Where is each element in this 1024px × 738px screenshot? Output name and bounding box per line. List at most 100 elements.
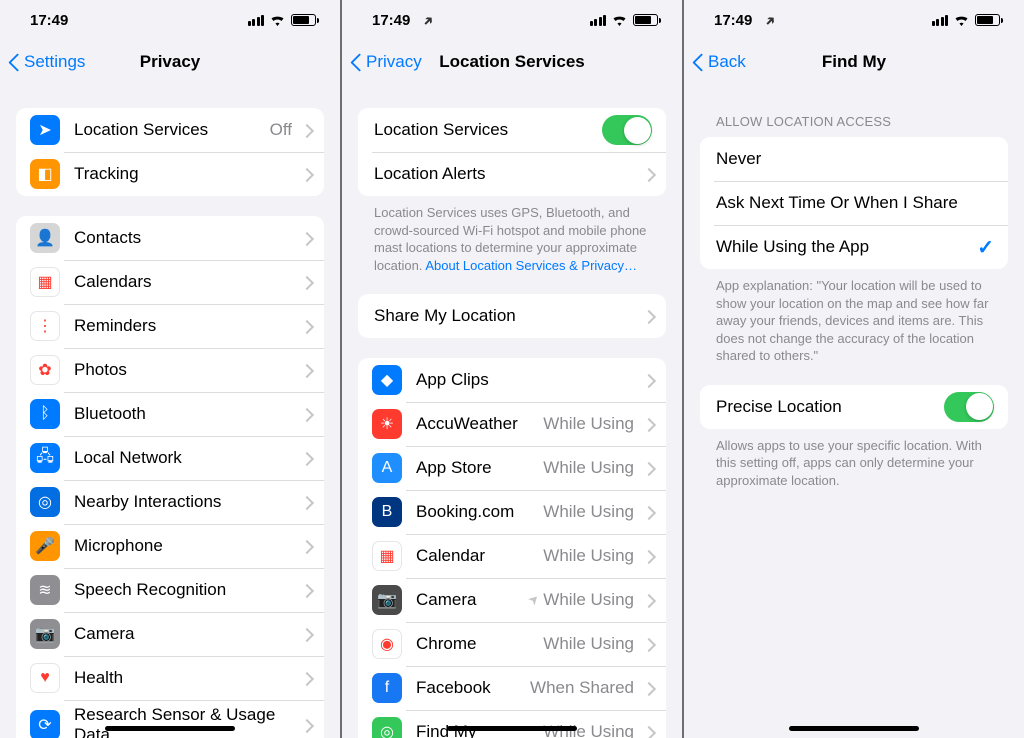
row-never[interactable]: Never (700, 137, 1008, 181)
row-tracking[interactable]: ◧Tracking (16, 152, 324, 196)
row-app-clips[interactable]: ◆App Clips (358, 358, 666, 402)
row-label: Tracking (74, 164, 296, 184)
row-precise-location[interactable]: Precise Location (700, 385, 1008, 429)
row-chrome[interactable]: ◉ChromeWhile Using (358, 622, 666, 666)
cellular-icon (590, 15, 607, 26)
row-microphone[interactable]: 🎤Microphone (16, 524, 324, 568)
navigation-arrow-icon (528, 591, 540, 608)
back-button[interactable]: Back (692, 52, 746, 72)
chevron-right-icon (302, 232, 310, 245)
screen-location-services: 17:49 Privacy Location Services Location… (342, 0, 682, 738)
row-label: Calendar (416, 546, 543, 566)
row-research-sensor-usage-data[interactable]: ⟳ Research Sensor & Usage Data (16, 700, 324, 738)
row-share-my-location[interactable]: Share My Location (358, 294, 666, 338)
row-label: AccuWeather (416, 414, 543, 434)
row-label: Ask Next Time Or When I Share (716, 193, 994, 213)
chevron-right-icon (644, 168, 652, 181)
row-bluetooth[interactable]: ᛒBluetooth (16, 392, 324, 436)
row-label: Never (716, 149, 994, 169)
row-detail: While Using (543, 634, 634, 654)
back-button[interactable]: Settings (8, 52, 85, 72)
chevron-left-icon (692, 52, 704, 72)
row-label: Calendars (74, 272, 296, 292)
content[interactable]: ➤Location ServicesOff◧Tracking 👤Contacts… (0, 84, 340, 738)
row-detail: Off (270, 120, 292, 140)
reminders-icon: ⋮ (30, 311, 60, 341)
row-booking-com[interactable]: BBooking.comWhile Using (358, 490, 666, 534)
row-label: Nearby Interactions (74, 492, 296, 512)
row-location-services[interactable]: ➤Location ServicesOff (16, 108, 324, 152)
row-contacts[interactable]: 👤Contacts (16, 216, 324, 260)
calendar-icon: ▦ (30, 267, 60, 297)
row-reminders[interactable]: ⋮Reminders (16, 304, 324, 348)
row-detail: While Using (543, 458, 634, 478)
row-camera[interactable]: 📷Camera (16, 612, 324, 656)
row-location-services-toggle[interactable]: Location Services (358, 108, 666, 152)
footer-text: App explanation: "Your location will be … (684, 269, 1024, 365)
content[interactable]: Location Services Location Alerts Locati… (342, 84, 682, 738)
toggle-on[interactable] (602, 115, 652, 145)
footer-text: Allows apps to use your specific locatio… (684, 429, 1024, 490)
row-app-store[interactable]: AApp StoreWhile Using (358, 446, 666, 490)
row-label: Local Network (74, 448, 296, 468)
chevron-right-icon (644, 550, 652, 563)
chevron-right-icon (302, 320, 310, 333)
row-calendar[interactable]: ▦CalendarWhile Using (358, 534, 666, 578)
row-facebook[interactable]: fFacebookWhen Shared (358, 666, 666, 710)
row-label: Bluetooth (74, 404, 296, 424)
clock: 17:49 (714, 12, 752, 29)
row-accuweather[interactable]: ☀ AccuWeatherWhile Using (358, 402, 666, 446)
row-label: Microphone (74, 536, 296, 556)
row-speech-recognition[interactable]: ≋Speech Recognition (16, 568, 324, 612)
accuweather-icon: ☀ (372, 409, 402, 439)
location-arrow-icon: ➤ (30, 115, 60, 145)
content[interactable]: ALLOW LOCATION ACCESS NeverAsk Next Time… (684, 84, 1024, 738)
row-camera[interactable]: 📷CameraWhile Using (358, 578, 666, 622)
wifi-icon (611, 14, 628, 26)
row-nearby-interactions[interactable]: ◎ Nearby Interactions (16, 480, 324, 524)
row-health[interactable]: ♥Health (16, 656, 324, 700)
location-arrow-icon (765, 12, 776, 29)
back-button[interactable]: Privacy (350, 52, 422, 72)
chevron-right-icon (302, 168, 310, 181)
row-while-using-the-app[interactable]: While Using the App✓ (700, 225, 1008, 269)
row-find-my[interactable]: ◎Find MyWhile Using (358, 710, 666, 738)
chevron-right-icon (302, 276, 310, 289)
row-calendars[interactable]: ▦ Calendars (16, 260, 324, 304)
row-detail: When Shared (530, 678, 634, 698)
row-label: Research Sensor & Usage Data (74, 705, 296, 738)
row-ask-next-time-or-when-i-share[interactable]: Ask Next Time Or When I Share (700, 181, 1008, 225)
chevron-right-icon (302, 540, 310, 553)
chevron-right-icon (302, 496, 310, 509)
research-icon: ⟳ (30, 710, 60, 738)
row-label: Booking.com (416, 502, 543, 522)
row-location-alerts[interactable]: Location Alerts (358, 152, 666, 196)
about-link[interactable]: About Location Services & Privacy… (425, 258, 637, 273)
nav-bar: Back Find My (684, 40, 1024, 84)
chevron-right-icon (644, 506, 652, 519)
contacts-icon: 👤 (30, 223, 60, 253)
row-detail: While Using (543, 414, 634, 434)
group-precise: Precise Location (700, 385, 1008, 429)
wifi-icon (953, 14, 970, 26)
home-indicator[interactable] (447, 726, 577, 731)
health-icon: ♥ (30, 663, 60, 693)
group-main: Location Services Location Alerts (358, 108, 666, 196)
row-detail: While Using (528, 590, 634, 610)
home-indicator[interactable] (789, 726, 919, 731)
group-apps: 👤Contacts ▦ Calendars ⋮Reminders✿PhotosᛒBlu… (16, 216, 324, 738)
screen-find-my: 17:49 Back Find My ALLOW LOCATION ACCESS… (684, 0, 1024, 738)
cellular-icon (932, 15, 949, 26)
battery-icon (291, 14, 316, 26)
home-indicator[interactable] (105, 726, 235, 731)
battery-icon (633, 14, 658, 26)
row-label: Photos (74, 360, 296, 380)
group-access-options: Never Ask Next Time Or When I Share While … (700, 137, 1008, 269)
row-local-network[interactable]: 🖧Local Network (16, 436, 324, 480)
chevron-right-icon (644, 418, 652, 431)
toggle-on[interactable] (944, 392, 994, 422)
row-photos[interactable]: ✿Photos (16, 348, 324, 392)
nearby-icon: ◎ (30, 487, 60, 517)
battery-icon (975, 14, 1000, 26)
screen-privacy: 17:49 Settings Privacy ➤Location Service… (0, 0, 340, 738)
